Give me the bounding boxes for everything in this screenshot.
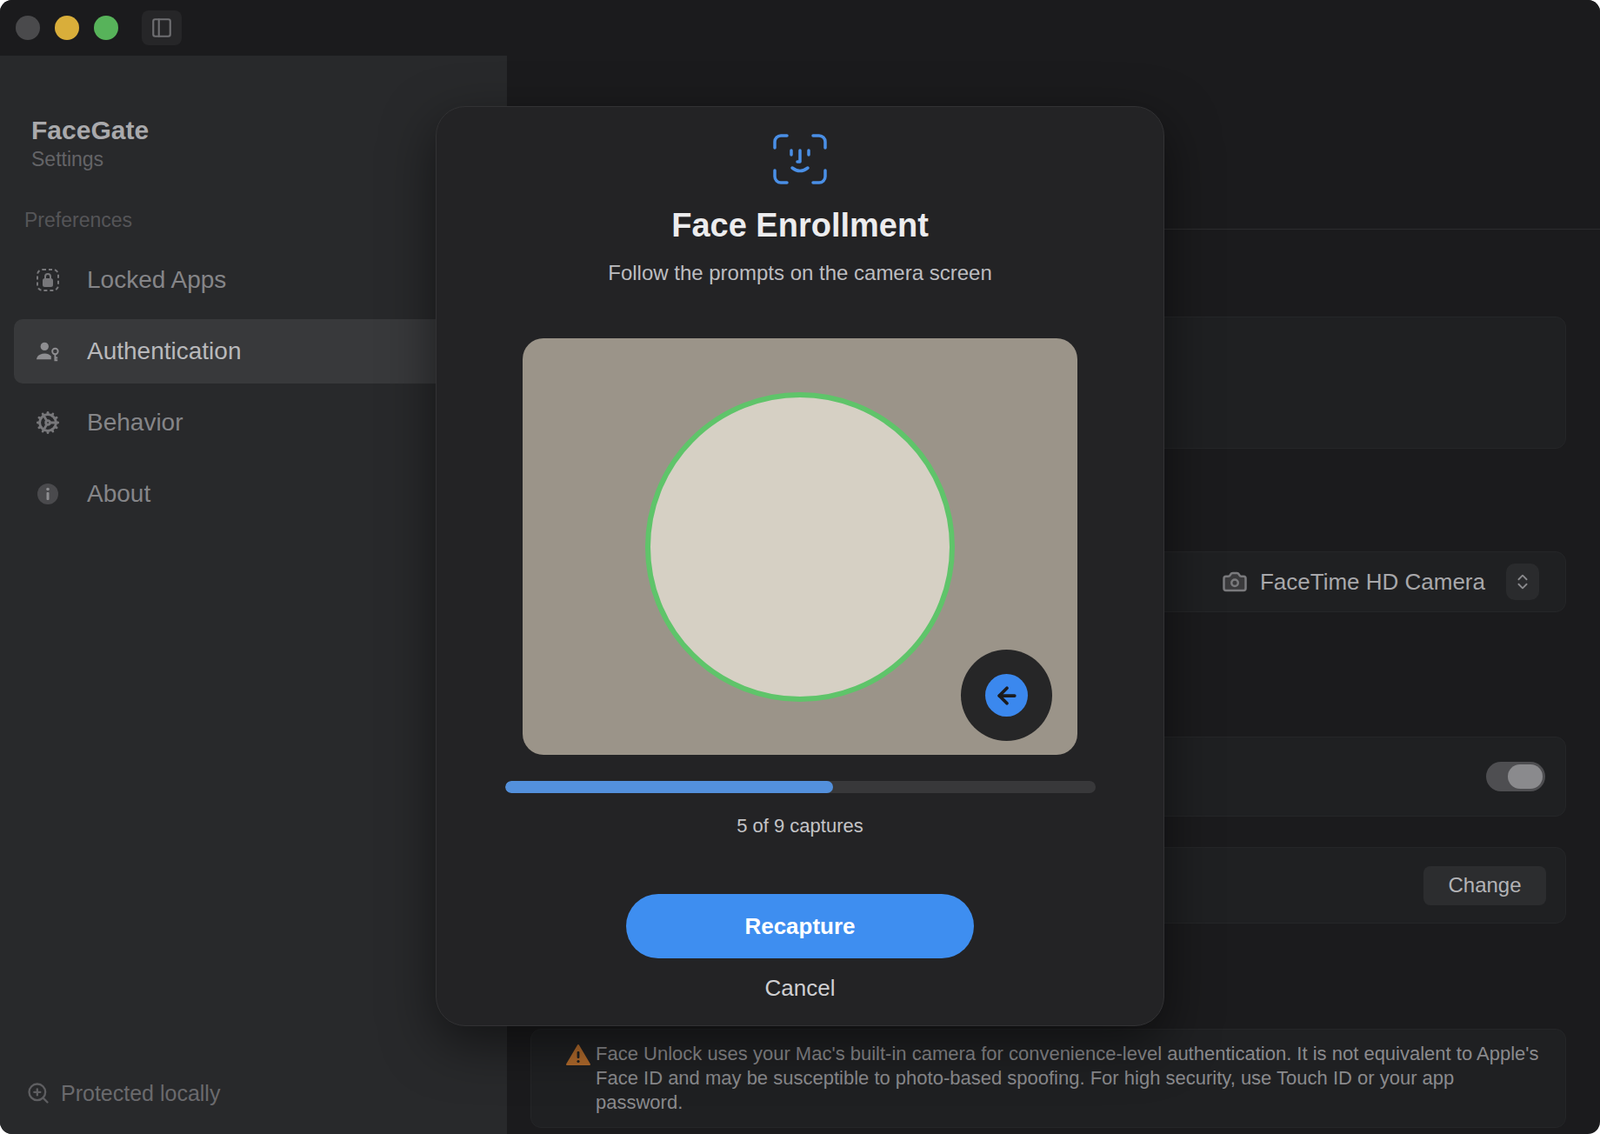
shield-search-icon [26,1080,51,1106]
dialog-title: Face Enrollment [671,205,929,246]
capture-progress [505,780,1096,794]
sidebar-item-label: Behavior [86,407,184,438]
toggle-switch[interactable] [1486,761,1546,792]
sidebar-toggle-icon [150,16,174,40]
chevrons-icon [1513,572,1533,592]
notice-text: Face Unlock uses your Mac's built-in cam… [595,1041,1545,1115]
face-guide-ring [645,392,955,702]
sidebar-footer: Protected locally [0,1080,507,1134]
notice-card: Face Unlock uses your Mac's built-in cam… [530,1028,1567,1128]
footer-label: Protected locally [60,1080,220,1107]
sidebar-list: Locked Apps Authentication Behavior About [0,247,507,527]
screen: FaceGateSettings Preferences Locked Apps Au… [0,0,1600,1134]
sidebar-toggle[interactable] [141,10,182,46]
minimize-button[interactable] [54,15,80,40]
change-button[interactable]: Change [1423,866,1547,906]
app-subtitle: Settings [0,146,507,172]
direction-prompt [960,649,1053,741]
sidebar-item[interactable]: Authentication [13,319,494,384]
capture-count: 5 of 9 captures [736,813,864,840]
camera-icon [1221,568,1248,595]
sidebar-item[interactable]: Locked Apps [13,247,494,313]
sidebar: FaceGateSettings Preferences Locked Apps Au… [0,55,507,1134]
gears-icon [35,409,60,436]
camera-preview [522,338,1078,755]
section-label: Preferences [0,207,507,233]
warning-icon [566,1043,591,1067]
face-id-icon [772,133,828,186]
zoom-button[interactable] [93,15,119,40]
cancel-button[interactable]: Cancel [756,973,845,1002]
toggle-knob [1507,764,1543,789]
window: FaceGateSettings Preferences Locked Apps Au… [0,0,1600,1134]
sidebar-item[interactable]: Behavior [13,390,494,455]
camera-select[interactable]: FaceTime HD Camera [1260,567,1486,596]
recapture-button[interactable]: Recapture [626,893,974,959]
camera-select-stepper[interactable] [1506,563,1540,600]
sidebar-item-label: Locked Apps [86,265,227,295]
title-bar [0,0,1600,56]
sidebar-item-label: Authentication [86,336,241,367]
capture-progress-fill [505,780,834,794]
dialog-subtitle: Follow the prompts on the camera screen [607,259,993,287]
close-button[interactable] [15,15,40,40]
arrow-left-icon [993,682,1020,709]
app-title: FaceGate [0,114,507,147]
enrollment-dialog: Face Enrollment Follow the prompts on the… [435,106,1165,1027]
lock-icon [35,267,60,293]
user-key-icon [35,339,60,364]
info-icon [35,481,60,507]
sidebar-item[interactable]: About [13,461,494,527]
dialog-actions: Recapture Cancel [626,893,974,1002]
sidebar-item-label: About [86,479,151,509]
